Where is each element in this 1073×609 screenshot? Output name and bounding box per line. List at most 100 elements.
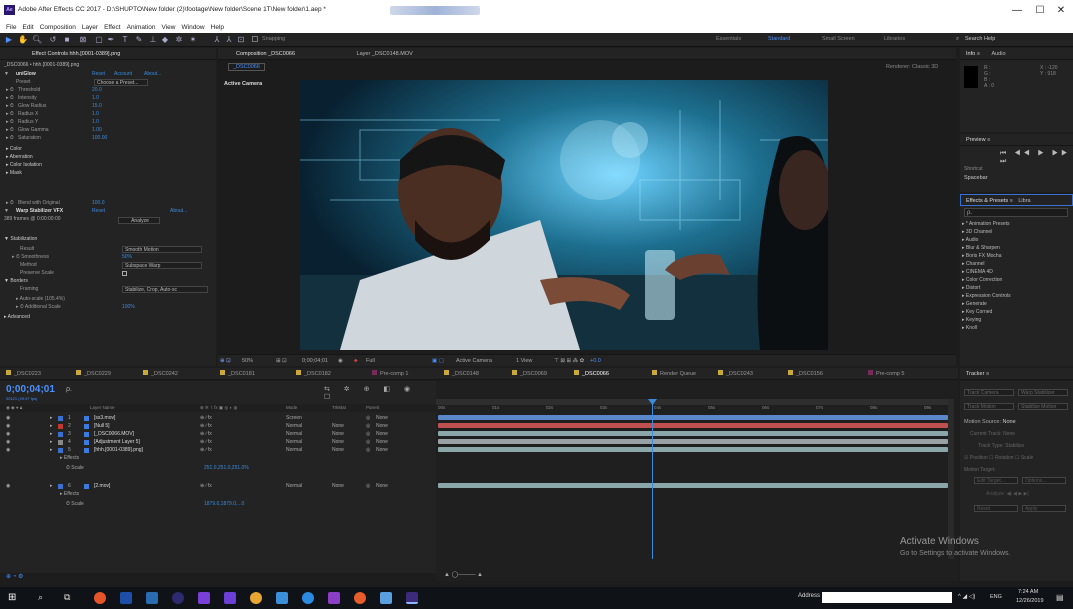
- hand-tool-icon[interactable]: ✋: [18, 35, 28, 45]
- timeline-tab[interactable]: _DSC0223: [6, 368, 41, 380]
- effects-category[interactable]: ▸ Boris FX Mocha: [962, 252, 1066, 260]
- grid-icon[interactable]: ⊞ ⊡: [276, 355, 287, 367]
- effects-category[interactable]: ▸ Knoll: [962, 324, 1066, 332]
- framing-dropdown[interactable]: Stabilize, Crop, Auto-sc: [122, 286, 208, 293]
- param-value[interactable]: 100.00: [92, 135, 107, 142]
- layer-label-color[interactable]: [58, 424, 63, 429]
- expand-icon[interactable]: ▸: [50, 423, 53, 430]
- layer-row[interactable]: ◉ ▸ 4 [Adjustment Layer 5] ⊕ ∕ fx Normal…: [0, 439, 436, 446]
- timeline-switch-icons[interactable]: ⇆ ✲ ⊕ ◧ ◉ ☐: [324, 385, 436, 401]
- edit-target-button[interactable]: Edit Target...: [974, 477, 1018, 484]
- track-layer-6[interactable]: [438, 483, 948, 488]
- effects-category[interactable]: ▸ Audio: [962, 236, 1066, 244]
- axis-world-icon[interactable]: ⅄: [224, 35, 234, 45]
- opt-position[interactable]: Position: [970, 455, 988, 461]
- playhead[interactable]: [652, 399, 653, 559]
- comp-subtab[interactable]: _DSC0066: [228, 63, 265, 71]
- menu-edit[interactable]: Edit: [22, 22, 33, 33]
- axis-view-icon[interactable]: ⊡: [236, 35, 246, 45]
- layer-label-color[interactable]: [58, 484, 63, 489]
- rectangle-tool-icon[interactable]: ▢: [94, 35, 104, 45]
- timeline-tab[interactable]: _DSC0148: [444, 368, 479, 380]
- minimize-button[interactable]: —: [1006, 4, 1028, 18]
- timeline-tab[interactable]: _DSC0243: [718, 368, 753, 380]
- effects-category[interactable]: ▸ Keying: [962, 316, 1066, 324]
- layer-row[interactable]: ◉ ▸ 1 [ss3.mov] ⊕ ∕ fx Screen ◎ None: [0, 415, 436, 422]
- composition-tab[interactable]: Composition _DSC0066: [236, 51, 295, 57]
- timeline-tab[interactable]: Pre-comp 5: [868, 368, 904, 380]
- param-group[interactable]: ▸ Color: [6, 146, 22, 153]
- timeline-tab[interactable]: _DSC0066: [574, 368, 609, 380]
- eye-icon[interactable]: ◉: [6, 423, 10, 430]
- timeline-scrollbar[interactable]: [948, 399, 954, 559]
- menu-composition[interactable]: Composition: [40, 22, 76, 33]
- zoom-tool-icon[interactable]: 🔍︎: [32, 35, 42, 45]
- layer-parent[interactable]: None: [376, 447, 388, 454]
- app-icon-7[interactable]: [250, 592, 262, 604]
- param-group[interactable]: ▸ Color Isolation: [6, 162, 42, 169]
- clock-time[interactable]: 7:24 AM: [1018, 589, 1038, 595]
- track-camera-button[interactable]: Track Camera: [964, 389, 1014, 396]
- timeline-tab[interactable]: _DSC0182: [296, 368, 331, 380]
- method-dropdown[interactable]: Subspace Warp: [122, 262, 202, 269]
- menu-animation[interactable]: Animation: [127, 22, 156, 33]
- app-icon-12[interactable]: [380, 592, 392, 604]
- task-view-icon[interactable]: ⧉: [64, 592, 70, 603]
- layer-trkmat[interactable]: None: [332, 423, 344, 430]
- layer-label-color[interactable]: [58, 416, 63, 421]
- opt-rotation[interactable]: Rotation: [995, 455, 1014, 461]
- col-parent[interactable]: Parent: [366, 404, 379, 412]
- resolution-dropdown[interactable]: Full: [366, 355, 375, 367]
- app-icon-3[interactable]: [146, 592, 158, 604]
- scale-value[interactable]: 1879.0,1879.0,...0: [204, 501, 244, 508]
- layer-parent[interactable]: None: [376, 415, 388, 422]
- warp-stabilizer-button[interactable]: Warp Stabilizer: [1018, 389, 1068, 396]
- playback-controls[interactable]: ⏮ ◀◀ ▶ ▶▶ ⏭: [1000, 150, 1073, 166]
- brush-tool-icon[interactable]: ✎: [134, 35, 144, 45]
- effects-category[interactable]: ▸ Channel: [962, 260, 1066, 268]
- renderer-value[interactable]: Classic 3D: [912, 64, 938, 70]
- layer-parent[interactable]: None: [376, 483, 388, 490]
- clock-date[interactable]: 12/26/2019: [1016, 598, 1044, 604]
- app-icon-2[interactable]: [120, 592, 132, 604]
- maximize-button[interactable]: ☐: [1029, 4, 1051, 18]
- layer-label-color[interactable]: [58, 448, 63, 453]
- param-value[interactable]: 20.0: [92, 87, 102, 94]
- comp-timecode[interactable]: 0;00;04;01: [302, 355, 328, 367]
- audio-tab[interactable]: Audio: [991, 51, 1005, 57]
- effects-category[interactable]: ▸ Key Corned: [962, 308, 1066, 316]
- text-tool-icon[interactable]: T: [120, 35, 130, 45]
- timeline-tab[interactable]: Render Queue: [652, 368, 696, 380]
- composition-viewer[interactable]: [300, 80, 828, 350]
- notifications-icon[interactable]: ▤: [1056, 593, 1064, 602]
- motion-source-dropdown[interactable]: None: [1003, 419, 1016, 425]
- layer-parent[interactable]: None: [376, 423, 388, 430]
- timeline-tab[interactable]: Pre-comp 1: [372, 368, 408, 380]
- workspace-small-screen[interactable]: Small Screen: [822, 36, 855, 42]
- expand-icon[interactable]: ▸: [50, 447, 53, 454]
- timeline-tab[interactable]: _DSC0229: [76, 368, 111, 380]
- layer-trkmat[interactable]: None: [332, 431, 344, 438]
- track-layer-2[interactable]: [438, 423, 948, 428]
- app-icon-8[interactable]: [276, 592, 288, 604]
- layer-mode[interactable]: Normal: [286, 483, 302, 490]
- effects-category[interactable]: ▸ * Animation Presets: [962, 220, 1066, 228]
- workspace-standard[interactable]: Standard: [768, 36, 790, 42]
- axis-local-icon[interactable]: ⅄: [212, 35, 222, 45]
- layer-row[interactable]: ◉ ▸ 6 [2.mov] ⊕ ∕ fx Normal None ◎ None: [0, 483, 436, 490]
- track-layer-1[interactable]: [438, 415, 948, 420]
- effects-category[interactable]: ▸ CINEMA 4D: [962, 268, 1066, 276]
- param-value[interactable]: 1.0: [92, 95, 99, 102]
- stopwatch-icon[interactable]: ▸ ⏱: [6, 87, 14, 94]
- stopwatch-icon[interactable]: ▸ ⏱: [6, 119, 14, 126]
- tracker-reset-button[interactable]: Reset: [974, 505, 1018, 512]
- timeline-tab[interactable]: _DSC0181: [220, 368, 255, 380]
- expand-icon[interactable]: ▸: [50, 439, 53, 446]
- effects-presets-tab[interactable]: Effects & Presets: [966, 198, 1008, 204]
- zoom-dropdown[interactable]: 50%: [242, 355, 253, 367]
- layer-name[interactable]: [Adjustment Layer 5]: [94, 439, 140, 446]
- track-options-row[interactable]: ☑ Position ☐ Rotation ☐ Scale: [964, 455, 1033, 461]
- fx-warp-about[interactable]: About...: [170, 208, 187, 215]
- snapshot-icon[interactable]: ⊕ ⊡: [220, 355, 231, 367]
- effects-category[interactable]: ▸ Generate: [962, 300, 1066, 308]
